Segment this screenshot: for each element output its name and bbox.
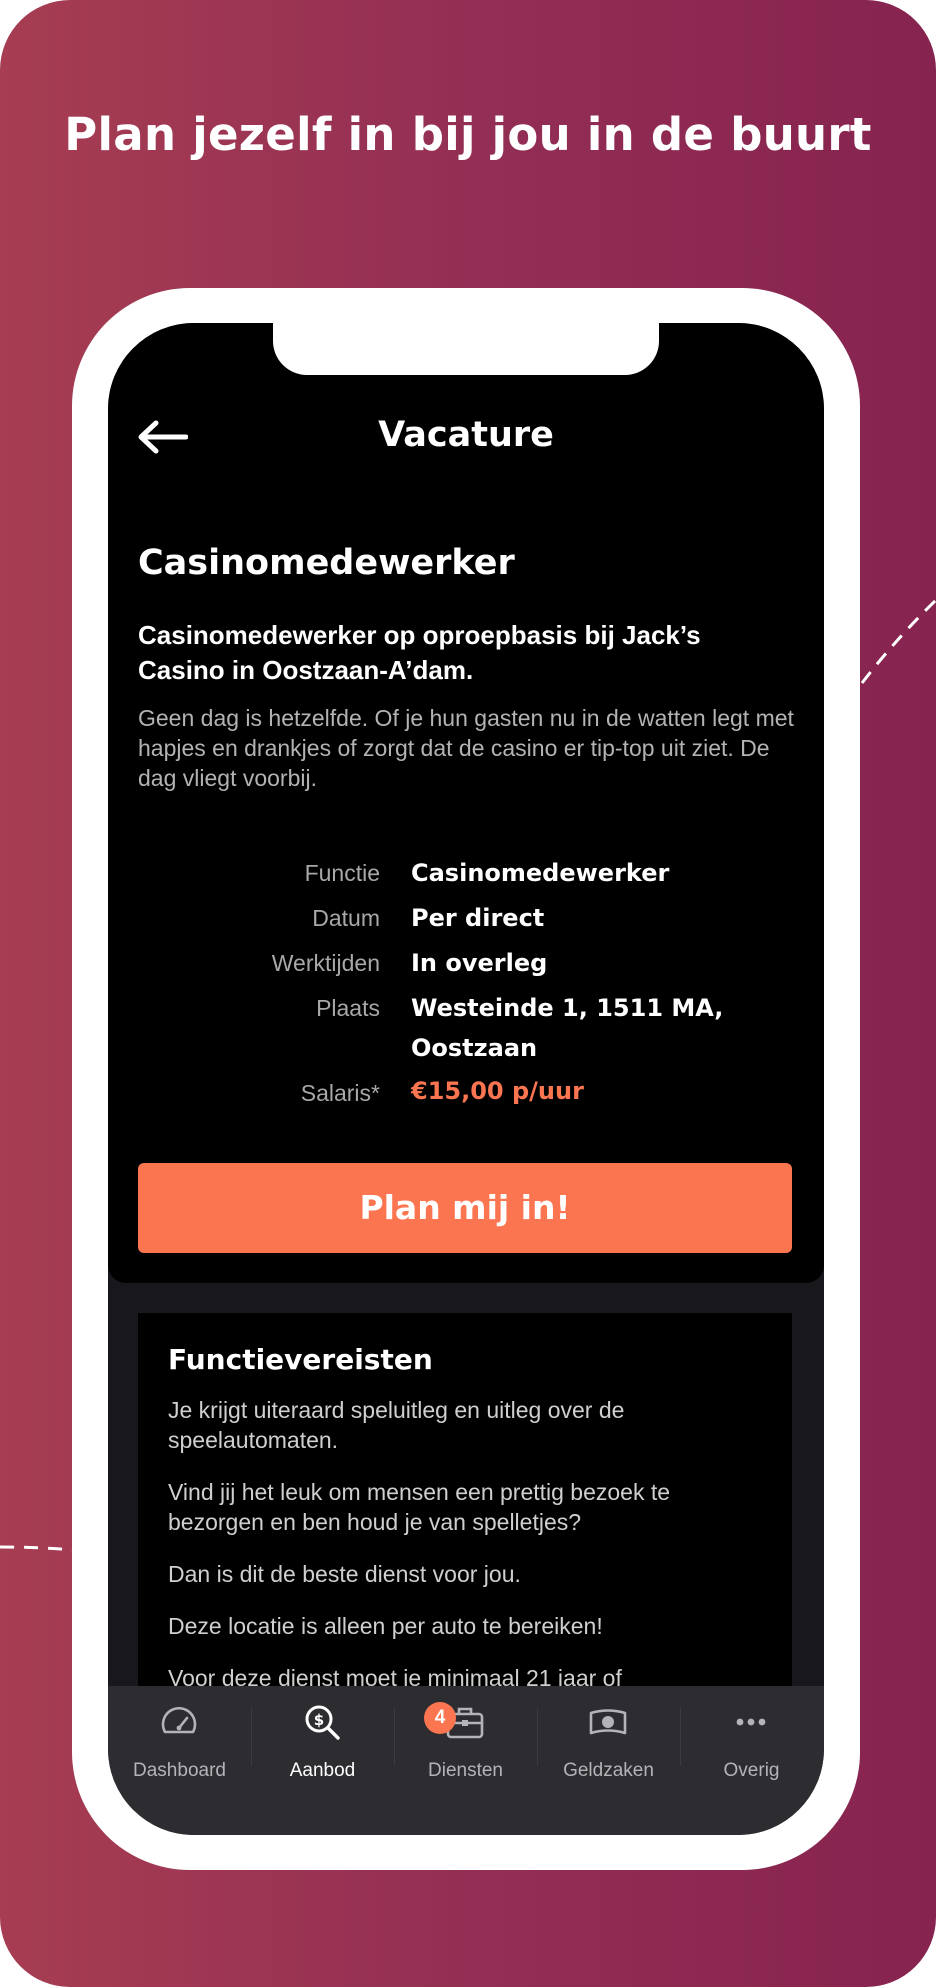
banknote-icon <box>589 1709 627 1735</box>
svg-text:$: $ <box>314 1711 324 1729</box>
place-label: Plaats <box>316 995 380 1021</box>
tab-dashboard[interactable]: Dashboard <box>108 1686 251 1798</box>
salary-label: Salaris* <box>300 1080 380 1106</box>
place-value-line2: Oostzaan <box>411 1034 538 1062</box>
tab-label: Aanbod <box>289 1760 356 1781</box>
bottom-tab-bar: Dashboard $ Aanbod 4 Diensten Geldzaken … <box>108 1686 824 1835</box>
tab-overig[interactable]: Overig <box>680 1686 823 1798</box>
tab-aanbod[interactable]: $ Aanbod <box>251 1686 394 1798</box>
search-dollar-icon: $ <box>305 1705 340 1740</box>
phone-notch <box>273 323 659 375</box>
requirements-title: Functievereisten <box>168 1343 433 1376</box>
tab-geldzaken[interactable]: Geldzaken <box>537 1686 680 1798</box>
vacancy-panel: Vacature Casinomedewerker Casinomedewerk… <box>108 323 824 1283</box>
tab-label: Dashboard <box>133 1760 226 1781</box>
tab-label: Overig <box>723 1760 780 1781</box>
date-label: Datum <box>312 905 380 931</box>
date-value: Per direct <box>411 904 545 932</box>
job-description: Geen dag is hetzelfde. Of je hun gasten … <box>138 705 794 791</box>
job-title: Casinomedewerker <box>138 543 515 583</box>
requirements-card: Functievereisten Je krijgt uiteraard spe… <box>138 1313 792 1713</box>
more-dots-icon <box>736 1718 766 1726</box>
hours-label: Werktijden <box>271 950 380 976</box>
requirements-paragraph: Dan is dit de beste dienst voor jou. <box>168 1561 521 1587</box>
hours-value: In overleg <box>411 949 548 977</box>
notification-badge: 4 <box>424 1702 456 1734</box>
salary-value: €15,00 p/uur <box>411 1077 584 1105</box>
tab-label: Diensten <box>428 1760 503 1781</box>
function-value: Casinomedewerker <box>411 859 670 887</box>
promo-background: Plan jezelf in bij jou in de buurt Vacat… <box>0 0 936 1987</box>
requirements-paragraph: Deze locatie is alleen per auto te berei… <box>168 1613 603 1639</box>
speedometer-icon <box>161 1706 197 1734</box>
tab-label: Geldzaken <box>563 1760 654 1781</box>
requirements-paragraph: Vind jij het leuk om mensen een prettig … <box>168 1479 671 1535</box>
plan-me-in-button[interactable]: Plan mij in! <box>138 1163 792 1253</box>
page-title: Vacature <box>378 415 554 455</box>
tab-diensten[interactable]: 4 Diensten <box>394 1686 537 1798</box>
place-value-line1: Westeinde 1, 1511 MA, <box>411 994 724 1022</box>
phone-screen: Vacature Casinomedewerker Casinomedewerk… <box>108 323 824 1835</box>
job-subtitle: Casinomedewerker op oproepbasis bij Jack… <box>138 620 701 685</box>
requirements-paragraph: Je krijgt uiteraard speluitleg en uitleg… <box>168 1397 625 1453</box>
function-label: Functie <box>304 860 380 886</box>
